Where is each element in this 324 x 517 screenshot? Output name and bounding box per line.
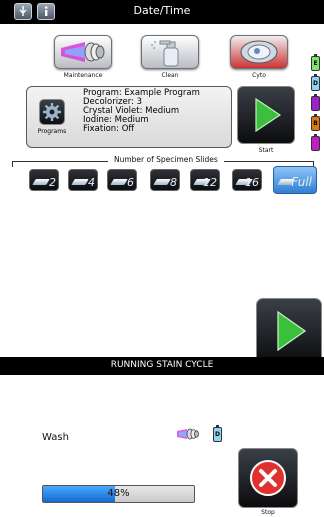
- slide-icon: [153, 179, 171, 185]
- slides-4-button[interactable]: 4: [68, 169, 98, 191]
- running-title: RUNNING STAIN CYCLE: [110, 360, 214, 370]
- slide-icon: [71, 179, 89, 185]
- progress-text: 48%: [107, 488, 130, 499]
- start-button-large[interactable]: [256, 298, 322, 364]
- slides-6-button[interactable]: 6: [107, 169, 137, 191]
- start-label: Start: [258, 147, 274, 154]
- program-summary-panel[interactable]: Programs Program: Example Program Decolo…: [26, 86, 232, 148]
- reagent-bottle-b: B: [311, 114, 320, 131]
- reagent-bottle-e: E: [311, 54, 320, 71]
- progress-bar: 48%: [42, 485, 195, 503]
- clean-label: Clean: [161, 72, 179, 79]
- wash-nozzle-icon: [177, 428, 199, 440]
- current-step: Wash: [42, 432, 69, 443]
- current-reagent-bottle: D: [213, 425, 222, 442]
- play-icon: [277, 310, 307, 352]
- clean-button[interactable]: [141, 35, 199, 69]
- start-button[interactable]: [237, 86, 295, 144]
- programs-label: Programs: [37, 128, 67, 135]
- reagent-bottle-d: D: [311, 74, 320, 91]
- reagent-bottle-a: [311, 134, 320, 151]
- slides-title: Number of Specimen Slides: [108, 155, 224, 164]
- cyto-button[interactable]: [230, 35, 288, 69]
- reagent-status: E D B: [311, 52, 321, 151]
- slides-full-button[interactable]: Full: [273, 166, 317, 194]
- cyto-icon: [240, 40, 278, 64]
- fixation-setting: Fixation: Off: [83, 124, 135, 134]
- programs-button[interactable]: [39, 99, 65, 125]
- play-icon: [255, 97, 282, 133]
- slide-icon: [32, 179, 50, 185]
- gear-icon: [43, 103, 61, 121]
- slides-16-button[interactable]: 16: [232, 169, 262, 191]
- maintenance-icon: [61, 42, 105, 62]
- cyto-label: Cyto: [252, 72, 266, 79]
- maintenance-button[interactable]: [54, 35, 112, 69]
- page-title[interactable]: Date/Time: [0, 4, 324, 17]
- maintenance-label: Maintenance: [63, 72, 103, 79]
- slides-12-button[interactable]: 12: [190, 169, 220, 191]
- close-icon: [250, 460, 286, 496]
- stop-label: Stop: [261, 509, 275, 516]
- running-header: RUNNING STAIN CYCLE: [0, 357, 324, 375]
- stop-button[interactable]: [238, 448, 298, 508]
- slides-8-button[interactable]: 8: [150, 169, 180, 191]
- slides-2-button[interactable]: 2: [29, 169, 59, 191]
- top-bar: Date/Time: [0, 0, 324, 24]
- slide-icon: [110, 179, 128, 185]
- spray-bottle-icon: [151, 40, 179, 67]
- reagent-bottle-c: [311, 94, 320, 111]
